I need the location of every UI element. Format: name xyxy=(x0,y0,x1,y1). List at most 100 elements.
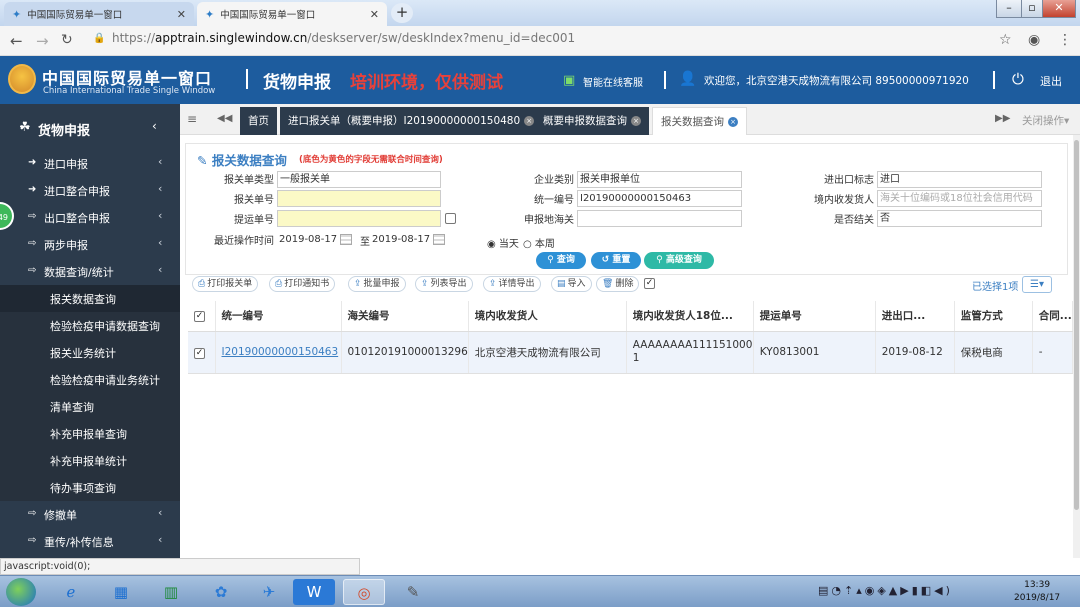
col-unified-no[interactable]: 统一编号 xyxy=(215,301,342,332)
menu-dots-icon[interactable]: ⋮ xyxy=(1058,32,1072,48)
reset-button[interactable]: ↺ 重置 xyxy=(591,252,641,269)
customs-input[interactable] xyxy=(577,210,742,227)
new-tab-button[interactable]: + xyxy=(391,3,413,23)
logout-link[interactable]: 退出 xyxy=(1040,73,1062,89)
bookmark-star-icon[interactable]: ☆ xyxy=(999,32,1012,48)
browser-tab-1[interactable]: ✦ 中国国际贸易单一窗口 ✕ xyxy=(4,2,194,26)
tab-summary-query[interactable]: 概要申报数据查询 × xyxy=(535,107,649,135)
date-from-input[interactable]: 2019-08-17 xyxy=(277,232,359,249)
select-all-checkbox[interactable]: ✓ xyxy=(194,311,205,323)
browser-tab-2[interactable]: ✦ 中国国际贸易单一窗口 ✕ xyxy=(197,2,387,26)
col-consignee-code[interactable]: 境内收发货人18位... xyxy=(626,301,754,332)
column-toggle-button[interactable]: ☰▾ xyxy=(1022,276,1052,293)
radio-today[interactable]: ◉ 当天 xyxy=(487,235,519,250)
rstudio-icon[interactable]: ▥ xyxy=(150,579,192,605)
detail-export-button[interactable]: ⇪ 详情导出 xyxy=(483,276,541,292)
bl-no-checkbox[interactable] xyxy=(445,213,456,224)
ie-flag-select[interactable]: 进口 xyxy=(877,171,1042,188)
list-export-button[interactable]: ⇪ 列表导出 xyxy=(415,276,473,292)
maximize-button[interactable]: ▫ xyxy=(1021,0,1043,18)
consignee-input[interactable]: 海关十位编码或18位社会信用代码 xyxy=(877,190,1042,207)
tab-import-declaration[interactable]: 进口报关单（概要申报）I20190000000150480 × xyxy=(280,107,543,135)
advanced-query-button[interactable]: ⚲ 高级查询 xyxy=(644,252,714,269)
row-select-cell[interactable]: ✓ xyxy=(188,331,216,374)
tab-customs-query[interactable]: 报关数据查询 × xyxy=(652,107,747,135)
sidebar-subitem-inspection-query[interactable]: 检验检疫申请数据查询 xyxy=(0,312,180,339)
file-explorer-icon[interactable]: ▦ xyxy=(100,579,142,605)
paint-app-icon[interactable]: ✎ xyxy=(392,579,434,605)
print-declaration-button[interactable]: ⎙ 打印报关单 xyxy=(192,276,259,292)
query-button[interactable]: ⚲ 查询 xyxy=(536,252,586,269)
col-ie-date[interactable]: 进出口... xyxy=(875,301,955,332)
forward-arrow-icon[interactable]: → xyxy=(36,32,49,50)
tab-scroll-left-icon[interactable]: ◀◀ xyxy=(217,113,232,124)
minimize-button[interactable]: – xyxy=(996,0,1022,18)
close-tab-icon[interactable]: × xyxy=(728,117,738,127)
tab-home[interactable]: 首页 xyxy=(240,107,277,135)
reload-icon[interactable]: ↻ xyxy=(61,32,73,48)
ent-type-select[interactable]: 报关申报单位 xyxy=(577,171,742,188)
hamburger-menu-icon[interactable]: ≡ xyxy=(187,112,197,126)
close-tab-icon[interactable]: ✕ xyxy=(370,8,379,21)
scrollbar-thumb[interactable] xyxy=(1074,140,1079,510)
toolbar-checkbox[interactable]: ✓ xyxy=(644,278,655,289)
word-app-icon[interactable]: W xyxy=(293,579,335,605)
col-supervision[interactable]: 监管方式 xyxy=(954,301,1033,332)
bl-no-input[interactable] xyxy=(277,210,441,227)
sidebar-subitem-customs-stats[interactable]: 报关业务统计 xyxy=(0,339,180,366)
calendar-icon[interactable] xyxy=(433,233,446,245)
close-tab-icon[interactable]: × xyxy=(631,116,641,126)
delete-button[interactable]: 🗑 删除 xyxy=(596,276,640,292)
sidebar-header[interactable]: ☘ 货物申报 ‹ xyxy=(0,104,180,152)
table-row[interactable]: ✓ I20190000000150463 010120191000013296 … xyxy=(188,331,1074,374)
select-all-cell[interactable]: ✓ xyxy=(188,301,216,332)
close-window-button[interactable]: ✕ xyxy=(1042,0,1076,18)
sidebar-subitem-supplement-query[interactable]: 补充申报单查询 xyxy=(0,420,180,447)
batch-declare-button[interactable]: ⇪ 批量申报 xyxy=(348,276,406,292)
start-button[interactable] xyxy=(6,578,36,606)
system-tray-icons[interactable]: ▤◔⇡▴◉◈▲▶▮◧◀) xyxy=(818,584,953,597)
settled-select[interactable]: 否 xyxy=(877,210,1042,227)
sidebar-item-modify-cancel[interactable]: ⇨ 修撤单 ‹ xyxy=(0,501,180,528)
chat-app-icon[interactable]: ✿ xyxy=(200,579,242,605)
robot-icon[interactable]: ▣ xyxy=(563,73,575,88)
sidebar-subitem-todo-query[interactable]: 待办事项查询 xyxy=(0,474,180,501)
sidebar-item-two-step[interactable]: ⇨ 两步申报 ‹ xyxy=(0,231,180,258)
tab-scroll-right-icon[interactable]: ▶▶ xyxy=(995,113,1010,124)
back-arrow-icon[interactable]: ← xyxy=(10,32,23,50)
col-contract[interactable]: 合同... xyxy=(1032,301,1074,332)
ie-browser-icon[interactable]: ℯ xyxy=(50,579,92,605)
dec-type-select[interactable]: 一般报关单 xyxy=(277,171,441,188)
sidebar-item-import-integrated[interactable]: ➜ 进口整合申报 ‹ xyxy=(0,177,180,204)
sidebar-subitem-customs-query[interactable]: 报关数据查询 xyxy=(0,285,180,312)
unified-no-input[interactable]: I20190000000150463 xyxy=(577,190,742,207)
sidebar-item-import-declaration[interactable]: ➜ 进口申报 ‹ xyxy=(0,150,180,177)
import-button[interactable]: ▤ 导入 xyxy=(551,276,592,292)
dec-no-input[interactable] xyxy=(277,190,441,207)
power-icon[interactable]: ⏻ xyxy=(1012,70,1024,88)
sidebar-subitem-list-query[interactable]: 清单查询 xyxy=(0,393,180,420)
close-tab-icon[interactable]: ✕ xyxy=(177,8,186,21)
date-to-input[interactable]: 2019-08-17 xyxy=(370,232,452,249)
sidebar-item-retransmit[interactable]: ⇨ 重传/补传信息 ‹ xyxy=(0,528,180,555)
row-checkbox[interactable]: ✓ xyxy=(194,347,205,359)
unified-no-link[interactable]: I20190000000150463 xyxy=(222,346,339,358)
close-operations-menu[interactable]: 关闭操作▾ xyxy=(1022,113,1069,128)
profile-icon[interactable]: ◉ xyxy=(1028,32,1040,48)
print-notice-button[interactable]: ⎙ 打印通知书 xyxy=(269,276,336,292)
system-clock[interactable]: 13:39 2019/8/17 xyxy=(1014,579,1060,605)
close-tab-icon[interactable]: × xyxy=(524,116,535,126)
calendar-icon[interactable] xyxy=(340,233,353,245)
col-bl-no[interactable]: 提运单号 xyxy=(753,301,876,332)
chrome-app-icon[interactable]: ◎ xyxy=(343,579,385,605)
col-consignee[interactable]: 境内收发货人 xyxy=(468,301,627,332)
url-field[interactable]: https://apptrain.singlewindow.cn/deskser… xyxy=(112,31,575,45)
radio-week[interactable]: ○ 本周 xyxy=(523,235,555,250)
col-customs-no[interactable]: 海关编号 xyxy=(341,301,469,332)
mail-app-icon[interactable]: ✈ xyxy=(248,579,290,605)
online-service-link[interactable]: 智能在线客服 xyxy=(583,74,643,89)
sidebar-subitem-supplement-stats[interactable]: 补充申报单统计 xyxy=(0,447,180,474)
sidebar-subitem-inspection-stats[interactable]: 检验检疫申请业务统计 xyxy=(0,366,180,393)
sidebar-item-export-integrated[interactable]: ⇨ 出口整合申报 ‹ xyxy=(0,204,180,231)
sidebar-item-data-query[interactable]: ⇨ 数据查询/统计 ‹ xyxy=(0,258,180,285)
